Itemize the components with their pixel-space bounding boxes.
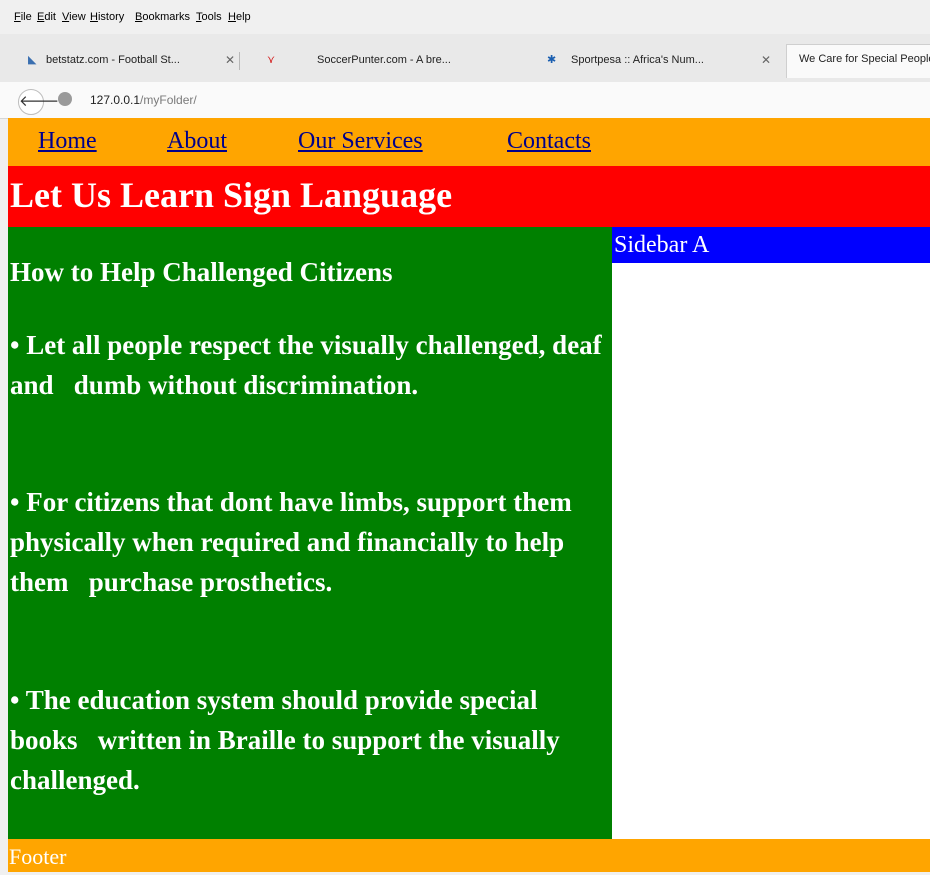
paragraph-limbs: • For citizens that dont have limbs, sup… [10,487,592,597]
back-arrow-icon[interactable]: 🡐 [18,89,59,115]
chart-icon: ◣ [28,54,37,66]
site-info-icon[interactable] [58,92,72,106]
nav-link-services[interactable]: Our Services [298,128,423,155]
site-nav: Home About Our Services Contacts [8,118,930,166]
tab-active-we-care[interactable]: We Care for Special People [786,44,930,78]
tab-label: We Care for Special People [799,53,930,65]
nav-link-contacts[interactable]: Contacts [507,128,591,155]
url-bar[interactable]: 127.0.0.1/myFolder/ [90,93,197,107]
menu-bar: File Edit View History Bookmarks Tools H… [0,0,930,34]
tab-label: SoccerPunter.com - A bre... [317,54,451,66]
url-path: /myFolder/ [140,93,197,107]
paragraph-respect: • Let all people respect the visually ch… [10,330,609,400]
tab-sportpesa[interactable]: ✱ Sportpesa :: Africa's Num... ✕ [535,46,785,76]
tab-label: Sportpesa :: Africa's Num... [571,54,704,66]
nav-link-home[interactable]: Home [38,128,97,155]
sidebar: Sidebar A [612,227,930,839]
sportpesa-icon: ✱ [547,54,557,66]
menu-edit[interactable]: Edit [37,11,56,23]
menu-tools[interactable]: Tools [196,11,222,23]
close-tab-icon[interactable]: ✕ [225,53,235,67]
sidebar-title: Sidebar A [612,227,930,263]
tab-label: betstatz.com - Football St... [46,54,180,66]
menu-view[interactable]: View [62,11,86,23]
page-title: Let Us Learn Sign Language [10,175,453,215]
menu-history[interactable]: History [90,11,124,23]
navigation-bar: 🡐 127.0.0.1/myFolder/ [0,82,930,119]
url-host: 127.0.0.1 [90,93,141,107]
menu-help[interactable]: Help [228,11,251,23]
browser-window: File Edit View History Bookmarks Tools H… [0,0,930,872]
tab-strip: ◣ betstatz.com - Football St... ✕ ⋎ Socc… [0,34,930,83]
menu-bookmarks[interactable]: Bookmarks [135,11,190,23]
site-footer: Footer [8,839,930,872]
nav-link-about[interactable]: About [167,128,227,155]
tab-separator [239,52,240,70]
main-heading: How to Help Challenged Citizens [10,257,393,287]
tab-betstatz[interactable]: ◣ betstatz.com - Football St... ✕ [0,46,240,76]
close-tab-icon[interactable]: ✕ [761,53,771,67]
main-content: How to Help Challenged Citizens • Let al… [8,227,612,839]
tab-soccerpunter[interactable]: ⋎ SoccerPunter.com - A bre... ✕ [267,46,507,76]
pulse-icon: ⋎ [267,54,276,66]
site-header: Let Us Learn Sign Language [8,166,930,227]
web-page: Home About Our Services Contacts Let Us … [8,118,930,872]
paragraph-braille: • The education system should provide sp… [10,685,567,795]
menu-file[interactable]: File [14,11,32,23]
